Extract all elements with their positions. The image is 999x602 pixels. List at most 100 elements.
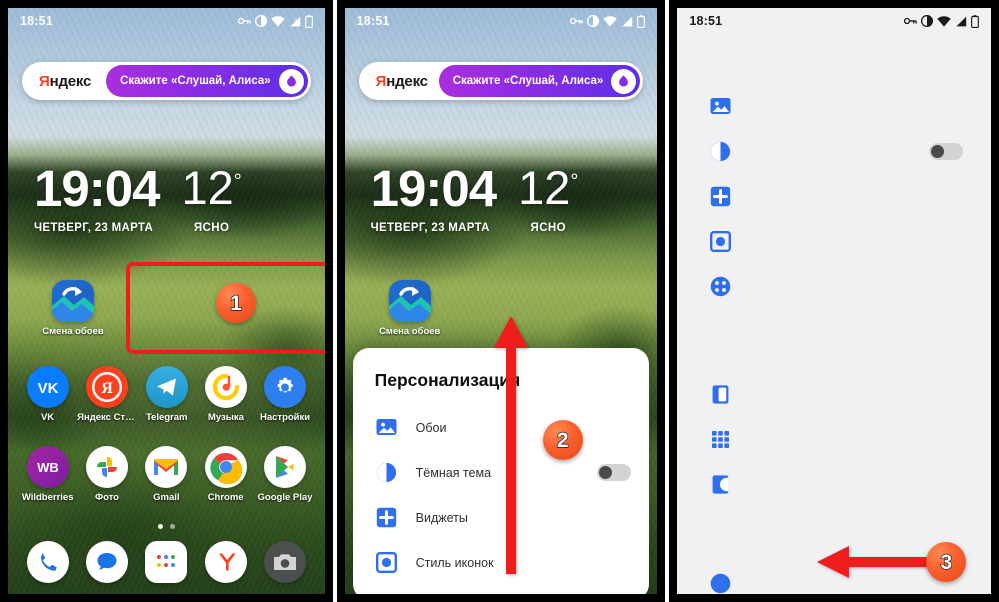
dark-theme-toggle[interactable] xyxy=(597,464,632,481)
clock-weather-widget[interactable]: 19:04 ЧЕТВЕРГ, 23 МАРТА 12° ЯСНО xyxy=(370,160,644,234)
dock-camera[interactable] xyxy=(255,541,314,583)
icon-style-icon xyxy=(375,551,398,574)
sheet-item-label: Обои xyxy=(415,420,447,435)
yandex-start-icon: Я xyxy=(86,366,129,408)
step-badge-3-number: 3 xyxy=(940,550,953,574)
wallpaper-change-label: Смена обоев xyxy=(378,326,441,337)
dock-messages[interactable] xyxy=(77,541,136,583)
vpn-key-icon xyxy=(237,17,251,25)
wallpaper-change-icon xyxy=(52,280,94,322)
app-label: Chrome xyxy=(207,492,244,503)
wildberries-icon: WB xyxy=(26,446,69,488)
yandex-logo: Яндекс xyxy=(39,72,92,90)
degree-symbol: ° xyxy=(233,170,242,193)
messages-icon xyxy=(85,541,128,583)
dock-yandex-browser[interactable] xyxy=(196,541,255,583)
three-panel-tutorial-screenshot: 18:51 2 Яндекс Скажите «Слушай, Алиса» 1… xyxy=(0,0,999,602)
dock-app-drawer[interactable] xyxy=(137,541,196,583)
app-telegram[interactable]: Telegram xyxy=(137,366,196,423)
step-badge-1: 1 xyxy=(216,283,256,323)
gmail-icon xyxy=(145,446,188,488)
alice-icon xyxy=(709,572,732,595)
phone-icon xyxy=(26,541,69,583)
wallpaper-change-shortcut[interactable]: Смена обоев xyxy=(378,280,442,337)
yandex-browser-icon xyxy=(204,541,247,583)
yandex-logo: Яндекс xyxy=(375,72,428,90)
app-music[interactable]: Музыка xyxy=(196,366,255,423)
alice-drop-icon xyxy=(278,68,304,94)
app-vk[interactable]: VK VK xyxy=(18,366,77,423)
dock-phone[interactable] xyxy=(18,541,77,583)
clock-time: 19:04 xyxy=(370,160,497,217)
clock-date: ЧЕТВЕРГ, 23 МАРТА xyxy=(34,221,154,234)
step-badge-2: 2 xyxy=(542,420,583,460)
google-play-icon xyxy=(263,446,306,488)
status-bar: 18:51 xyxy=(345,8,658,34)
page-dot-active[interactable] xyxy=(157,524,163,529)
vpn-key-icon xyxy=(904,17,917,25)
alice-voice-button[interactable]: Скажите «Слушай, Алиса» xyxy=(106,65,308,97)
app-wildberries[interactable]: WB Wildberries xyxy=(18,446,77,503)
status-icons: 2 xyxy=(237,14,313,28)
alice-voice-button[interactable]: Скажите «Слушай, Алиса» xyxy=(438,65,641,97)
do-not-disturb-icon xyxy=(587,15,600,27)
chrome-icon xyxy=(204,446,247,488)
widgets-plus-icon xyxy=(375,506,398,529)
telegram-icon xyxy=(145,366,188,408)
wallpaper-change-label: Смена обоев xyxy=(42,326,104,337)
sheet-item-label: Тёмная тема xyxy=(415,465,492,480)
clock-weather-widget[interactable]: 19:04 ЧЕТВЕРГ, 23 МАРТА 12° ЯСНО xyxy=(34,160,311,234)
wallpaper-image-icon xyxy=(709,95,732,118)
app-label: Фото xyxy=(94,492,119,503)
app-photos[interactable]: Фото xyxy=(77,446,136,503)
do-not-disturb-icon xyxy=(254,15,267,27)
clock-date: ЧЕТВЕРГ, 23 МАРТА xyxy=(370,221,490,234)
yandex-search-widget[interactable]: Яндекс Скажите «Слушай, Алиса» xyxy=(22,62,311,100)
dark-theme-moon-icon xyxy=(375,461,398,484)
battery-icon xyxy=(971,14,979,28)
transition-effects-icon xyxy=(709,473,732,496)
dock xyxy=(18,541,315,583)
svg-text:Я: Я xyxy=(101,380,113,397)
svg-text:2: 2 xyxy=(294,16,296,21)
weather-condition: ЯСНО xyxy=(530,221,566,234)
weather-temp-value: 12 xyxy=(518,161,571,214)
weather-widget: 12° ЯСНО xyxy=(518,164,579,234)
weather-widget: 12° ЯСНО xyxy=(181,164,242,234)
app-label: Google Play xyxy=(257,492,313,503)
page-dot[interactable] xyxy=(169,524,175,529)
cell-signal-icon xyxy=(956,16,967,26)
status-bar: 18:51 2 xyxy=(8,8,325,34)
sheet-item-app-menu[interactable]: Меню приложений xyxy=(353,585,650,594)
app-gmail[interactable]: Gmail xyxy=(137,446,196,503)
status-bar: 18:51 xyxy=(677,8,991,34)
alice-prompt-text: Скажите «Слушай, Алиса» xyxy=(120,75,271,87)
app-settings[interactable]: Настройки xyxy=(255,366,314,423)
yandex-logo-initial: Я xyxy=(375,72,387,90)
dark-theme-toggle[interactable] xyxy=(929,143,963,160)
app-google-play[interactable]: Google Play xyxy=(255,446,314,503)
yandex-search-widget[interactable]: Яндекс Скажите «Слушай, Алиса» xyxy=(358,62,644,100)
app-drawer-icon xyxy=(145,541,188,583)
alice-prompt-text: Скажите «Слушай, Алиса» xyxy=(452,75,604,87)
wifi-icon xyxy=(603,15,618,27)
app-yandex-start[interactable]: Я Яндекс Старт xyxy=(77,366,137,423)
camera-icon xyxy=(263,541,306,583)
clock-time: 19:04 xyxy=(34,160,160,217)
app-chrome[interactable]: Chrome xyxy=(196,446,255,503)
svg-text:WB: WB xyxy=(37,460,59,475)
wallpaper-change-shortcut[interactable]: Смена обоев xyxy=(41,280,105,337)
cell-signal-icon xyxy=(622,16,633,26)
settings-gear-icon xyxy=(264,366,307,408)
status-time: 18:51 xyxy=(689,14,723,28)
status-icons xyxy=(904,14,979,28)
clock-widget: 19:04 ЧЕТВЕРГ, 23 МАРТА xyxy=(370,160,497,234)
battery-icon xyxy=(637,14,646,28)
alice-drop-icon xyxy=(611,68,637,94)
yandex-music-icon xyxy=(204,366,247,408)
sheet-item-label: Виджеты xyxy=(415,510,468,525)
yandex-logo-initial: Я xyxy=(39,72,50,90)
icon-grid-icon xyxy=(709,428,732,451)
vk-icon: VK xyxy=(26,366,69,408)
degree-symbol: ° xyxy=(570,170,579,193)
